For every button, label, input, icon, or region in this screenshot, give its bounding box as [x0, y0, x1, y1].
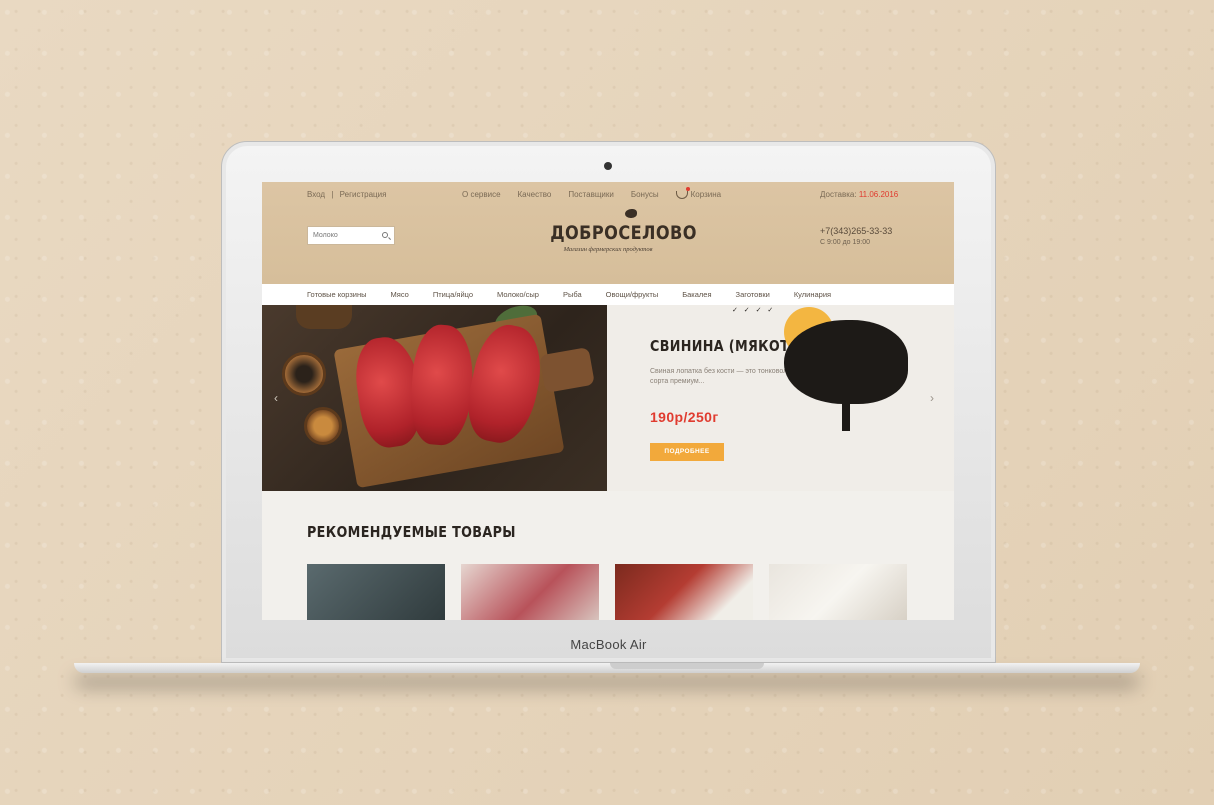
site-logo[interactable]: ДОБРОСЕЛОВО Магазин фермерских продуктов	[540, 209, 697, 253]
site-header: Вход | Регистрация О сервисе Качество По…	[262, 182, 954, 284]
category-groceries[interactable]: Бакалея	[682, 290, 711, 299]
cart-badge-dot	[685, 186, 690, 191]
nav-link-quality[interactable]: Качество	[518, 190, 552, 199]
category-meat[interactable]: Мясо	[391, 290, 409, 299]
category-list: Готовые корзины Мясо Птица/яйцо Молоко/с…	[307, 290, 855, 299]
cart-link[interactable]: Корзина	[675, 186, 722, 199]
chevron-left-icon[interactable]: ‹	[274, 391, 278, 405]
basket-icon	[675, 186, 690, 199]
login-link[interactable]: Вход	[307, 190, 325, 199]
search-icon[interactable]	[382, 232, 388, 238]
product-card-cottage-cheese[interactable]	[769, 564, 907, 620]
base-notch	[610, 663, 764, 669]
delivery-info: Доставка: 11.06.2016	[820, 190, 898, 199]
category-cookery[interactable]: Кулинария	[794, 290, 831, 299]
chevron-right-icon[interactable]: ›	[930, 391, 934, 405]
bird-logo-icon	[625, 209, 637, 218]
recommended-section-title: РЕКОМЕНДУЕМЫЕ ТОВАРЫ	[307, 523, 516, 541]
category-poultry-eggs[interactable]: Птица/яйцо	[433, 290, 473, 299]
delivery-date: 11.06.2016	[858, 190, 899, 199]
search-input[interactable]: Молоко	[307, 226, 395, 245]
top-nav: О сервисе Качество Поставщики Бонусы Кор…	[462, 186, 722, 199]
category-vegetables-fruits[interactable]: Овощи/фрукты	[606, 290, 659, 299]
device-brand-label: MacBook Air	[570, 637, 647, 652]
category-ready-baskets[interactable]: Готовые корзины	[307, 290, 367, 299]
hero-meat-photo	[262, 305, 607, 491]
auth-separator: |	[331, 190, 334, 199]
nav-link-bonuses[interactable]: Бонусы	[631, 190, 659, 199]
recommended-products	[307, 564, 907, 620]
delivery-label: Доставка:	[820, 190, 857, 199]
logo-subtitle: Магазин фермерских продуктов	[563, 246, 653, 253]
logo-title: ДОБРОСЕЛОВО	[550, 222, 697, 244]
register-link[interactable]: Регистрация	[340, 190, 387, 199]
product-card-ribs[interactable]	[461, 564, 599, 620]
category-milk-cheese[interactable]: Молоко/сыр	[497, 290, 539, 299]
nav-link-about[interactable]: О сервисе	[462, 190, 501, 199]
bottle-shape	[296, 305, 352, 329]
category-fish[interactable]: Рыба	[563, 290, 582, 299]
birds-illustration: ✓ ✓ ✓ ✓	[732, 307, 776, 314]
cutting-board-handle	[539, 346, 595, 394]
nav-link-suppliers[interactable]: Поставщики	[568, 190, 614, 199]
laptop-base	[74, 663, 1140, 673]
auth-links: Вход | Регистрация	[307, 190, 390, 199]
camera-dot	[604, 162, 612, 170]
spice-bowl	[304, 407, 342, 445]
search-input-value: Молоко	[313, 232, 338, 239]
website-screen: Вход | Регистрация О сервисе Качество По…	[262, 182, 954, 620]
details-button[interactable]: ПОДРОБНЕЕ	[650, 442, 724, 461]
category-nav: Готовые корзины Мясо Птица/яйцо Молоко/с…	[262, 284, 954, 305]
tree-illustration	[784, 320, 908, 404]
working-hours: С 9:00 до 19:00	[820, 239, 871, 246]
product-card-fish[interactable]	[307, 564, 445, 620]
phone-number[interactable]: +7(343)265-33-33	[820, 226, 892, 236]
cart-label: Корзина	[690, 190, 722, 199]
pepper-bowl	[282, 352, 326, 396]
product-card-beef[interactable]	[615, 564, 753, 620]
category-preserves[interactable]: Заготовки	[736, 290, 770, 299]
tree-trunk	[842, 397, 850, 431]
